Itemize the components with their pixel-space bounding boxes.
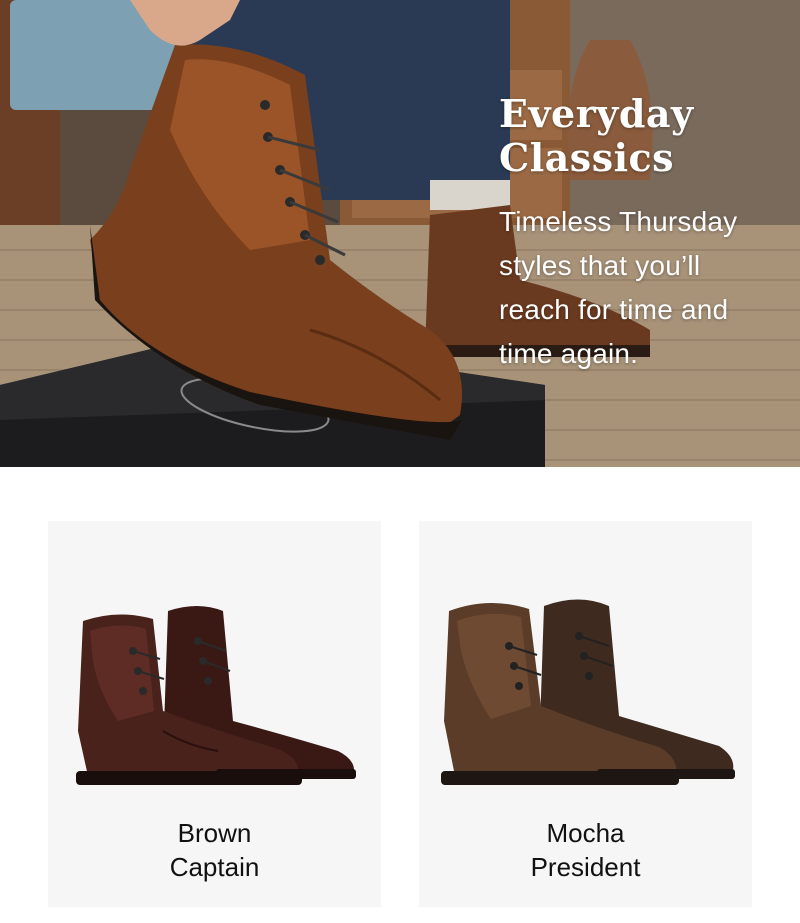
product-card-brown-captain[interactable]: Brown Captain	[48, 521, 381, 907]
hero-subtitle: Timeless Thursday styles that you’ll rea…	[499, 200, 789, 376]
hero-title-line: Classics	[499, 135, 675, 180]
hero-subtitle-line: styles that you’ll	[499, 250, 701, 281]
boot-pair-icon	[76, 606, 356, 785]
product-name: Brown Captain	[48, 816, 381, 884]
product-name-line: Mocha	[546, 818, 625, 848]
hero-subtitle-line: Timeless Thursday	[499, 206, 738, 237]
product-card-mocha-president[interactable]: Mocha President	[419, 521, 752, 907]
hero-title: Everyday Classics	[499, 92, 789, 180]
product-name-line: President	[530, 852, 641, 882]
hero-subtitle-line: time again.	[499, 338, 639, 369]
hero-text: Everyday Classics Timeless Thursday styl…	[499, 92, 789, 376]
hero-subtitle-line: reach for time and	[499, 294, 729, 325]
hero-title-line: Everyday	[499, 91, 694, 136]
hero-banner[interactable]: Everyday Classics Timeless Thursday styl…	[0, 0, 800, 467]
product-name-line: Brown	[177, 818, 252, 848]
product-name: Mocha President	[419, 816, 752, 884]
product-name-line: Captain	[169, 852, 260, 882]
boot-pair-icon	[441, 599, 735, 785]
